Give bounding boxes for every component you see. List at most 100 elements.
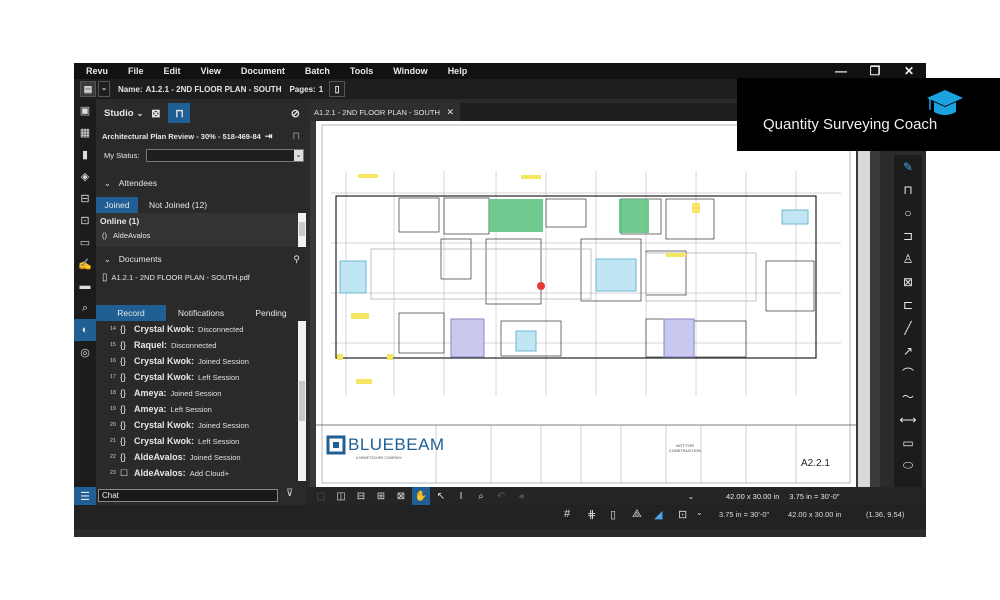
online-user[interactable]: () AldeAvalos <box>102 231 150 240</box>
record-row[interactable]: 19 {} Ameya: Left Session <box>96 401 298 417</box>
chevron-down-icon[interactable]: ⌄ <box>137 109 144 118</box>
document-icon[interactable]: ▤ <box>80 81 96 97</box>
menu-edit[interactable]: Edit <box>152 66 181 76</box>
select-arrow-icon[interactable]: ↖ <box>432 487 450 505</box>
thumbnails-icon[interactable]: ▣ <box>74 99 96 121</box>
record-row[interactable]: 16 {} Crystal Kwok: Joined Session <box>96 353 298 369</box>
dimension-icon[interactable]: ⟷ <box>894 408 922 431</box>
split-horizontal-icon[interactable]: ⊟ <box>352 487 370 505</box>
crop-icon[interactable]: ⊏ <box>894 293 922 316</box>
studio-title[interactable]: Studio <box>104 108 134 119</box>
stamp-icon[interactable]: ▬ <box>74 275 96 297</box>
callout-icon[interactable]: ⊐ <box>894 224 922 247</box>
text-select-icon[interactable]: I <box>452 487 470 505</box>
tab-not-joined[interactable]: Not Joined (12) <box>138 197 218 213</box>
tab-record[interactable]: Record <box>96 305 166 321</box>
viewer-scrollbar[interactable] <box>858 121 870 487</box>
record-row[interactable]: 23 ☐ AldeAvalos: Add Cloud+ <box>96 465 298 481</box>
disconnect-icon[interactable]: ⊘ <box>291 107 300 120</box>
reuse-icon[interactable]: ◢ <box>654 508 662 521</box>
record-scrollbar[interactable] <box>298 321 306 481</box>
menu-batch[interactable]: Batch <box>293 66 330 76</box>
snap-markup-icon[interactable]: ⟁ <box>632 508 642 521</box>
grid-icon[interactable]: # <box>564 508 570 520</box>
session-settings-icon[interactable]: ⊓ <box>292 131 300 142</box>
list-icon[interactable]: ☰ <box>74 487 96 505</box>
online-scrollbar[interactable] <box>298 213 306 247</box>
chat-input[interactable]: Chat <box>98 489 278 502</box>
studio-icon[interactable]: ◐ <box>74 319 96 341</box>
pan-hand-icon[interactable]: ✋ <box>412 487 430 505</box>
record-row[interactable]: 22 {} AldeAvalos: Joined Session <box>96 449 298 465</box>
record-row[interactable]: 15 {} Raquel: Disconnected <box>96 337 298 353</box>
ellipse-shape-icon[interactable]: ⬭ <box>894 454 922 477</box>
rectangle-icon[interactable]: ▭ <box>894 431 922 454</box>
record-row[interactable]: 17 {} Crystal Kwok: Left Session <box>96 369 298 385</box>
my-status-select[interactable]: ⌄ <box>146 149 304 162</box>
documents-header[interactable]: ⌄ Documents ⚲ <box>96 251 306 267</box>
settings-icon[interactable]: ◎ <box>74 341 96 363</box>
menu-help[interactable]: Help <box>436 66 468 76</box>
image-icon[interactable]: ⊠ <box>151 107 160 120</box>
line-icon[interactable]: ╱ <box>894 316 922 339</box>
image-icon[interactable]: ⊠ <box>894 270 922 293</box>
zoom-icon[interactable]: ⌕ <box>472 487 490 505</box>
signature-icon[interactable]: ✍ <box>74 253 96 275</box>
scale-readout[interactable]: 3.75 in = 30'-0" <box>719 510 769 519</box>
record-row[interactable]: 14 {} Crystal Kwok: Disconnected <box>96 321 298 337</box>
chevron-down-icon[interactable]: ⌄ <box>294 150 303 161</box>
toolchest-icon[interactable]: ⊟ <box>74 187 96 209</box>
add-document-icon[interactable]: ⚲ <box>293 254 300 265</box>
tab-document[interactable]: A1.2.1 - 2ND FLOOR PLAN - SOUTH ✕ <box>310 103 460 121</box>
session-icon[interactable]: ⊓ <box>168 103 191 123</box>
pen-icon[interactable]: ✎ <box>894 155 922 178</box>
split-vertical-icon[interactable]: ◫ <box>332 487 350 505</box>
chevron-down-icon[interactable]: ⌄ <box>696 508 703 517</box>
menu-window[interactable]: Window <box>381 66 427 76</box>
snap-grid-icon[interactable]: ⋕ <box>587 508 596 521</box>
bookmarks-icon[interactable]: ▮ <box>74 143 96 165</box>
chevron-down-icon[interactable]: ⌄ <box>98 81 110 97</box>
layers-icon[interactable]: ◈ <box>74 165 96 187</box>
menu-file[interactable]: File <box>116 66 144 76</box>
restore-button[interactable]: ❐ <box>858 63 892 79</box>
record-row[interactable]: 21 {} Crystal Kwok: Left Session <box>96 433 298 449</box>
properties-icon[interactable]: ⊡ <box>74 209 96 231</box>
filter-icon[interactable]: ⊽ <box>286 488 293 499</box>
single-page-icon[interactable]: ▢ <box>312 487 330 505</box>
tab-notifications[interactable]: Notifications <box>166 305 236 321</box>
stamp-icon[interactable]: ♙ <box>894 247 922 270</box>
tab-pending[interactable]: Pending <box>236 305 306 321</box>
session-name[interactable]: Architectural Plan Review - 30% - 518-46… <box>102 132 261 141</box>
chevron-down-icon[interactable]: ⌄ <box>682 487 700 505</box>
select-area-icon[interactable]: ⊠ <box>392 487 410 505</box>
attendees-header[interactable]: ⌄ Attendees <box>96 175 306 191</box>
record-row[interactable]: 18 {} Ameya: Joined Session <box>96 385 298 401</box>
close-tab-icon[interactable]: ✕ <box>446 107 454 118</box>
document-item[interactable]: ▯ A1.2.1 - 2ND FLOOR PLAN - SOUTH.pdf <box>96 269 306 285</box>
menu-tools[interactable]: Tools <box>338 66 373 76</box>
exit-session-icon[interactable]: ⇥ <box>265 131 273 142</box>
page-icon[interactable]: ▯ <box>329 81 346 97</box>
search-icon[interactable]: ⌕ <box>74 297 96 319</box>
polyline-icon[interactable]: 〜 <box>894 385 922 408</box>
record-row[interactable]: 20 {} Crystal Kwok: Joined Session <box>96 417 298 433</box>
measure-icon[interactable]: ▭ <box>74 231 96 253</box>
grid-icon[interactable]: ▦ <box>74 121 96 143</box>
snapshot-icon[interactable]: ⊞ <box>372 487 390 505</box>
close-button[interactable]: ✕ <box>892 63 926 79</box>
snap-content-icon[interactable]: ▯ <box>610 508 616 521</box>
arrow-icon[interactable]: ↗ <box>894 339 922 362</box>
sync-icon[interactable]: ⊡ <box>678 508 687 521</box>
undo-icon[interactable]: ↶ <box>492 487 510 505</box>
text-box-icon[interactable]: ⊓ <box>894 178 922 201</box>
arc-icon[interactable]: ⌒ <box>894 362 922 385</box>
minimize-button[interactable]: — <box>824 63 858 79</box>
tab-joined[interactable]: Joined <box>96 197 138 213</box>
menu-document[interactable]: Document <box>229 66 285 76</box>
menu-revu[interactable]: Revu <box>74 66 108 76</box>
drawing-sheet[interactable]: BLUEBEAM A NEMETSCHEK COMPANY NOT FOR CO… <box>316 121 856 487</box>
ellipse-icon[interactable]: ○ <box>894 201 922 224</box>
menu-view[interactable]: View <box>189 66 221 76</box>
back-icon[interactable]: ◂ <box>512 487 530 505</box>
